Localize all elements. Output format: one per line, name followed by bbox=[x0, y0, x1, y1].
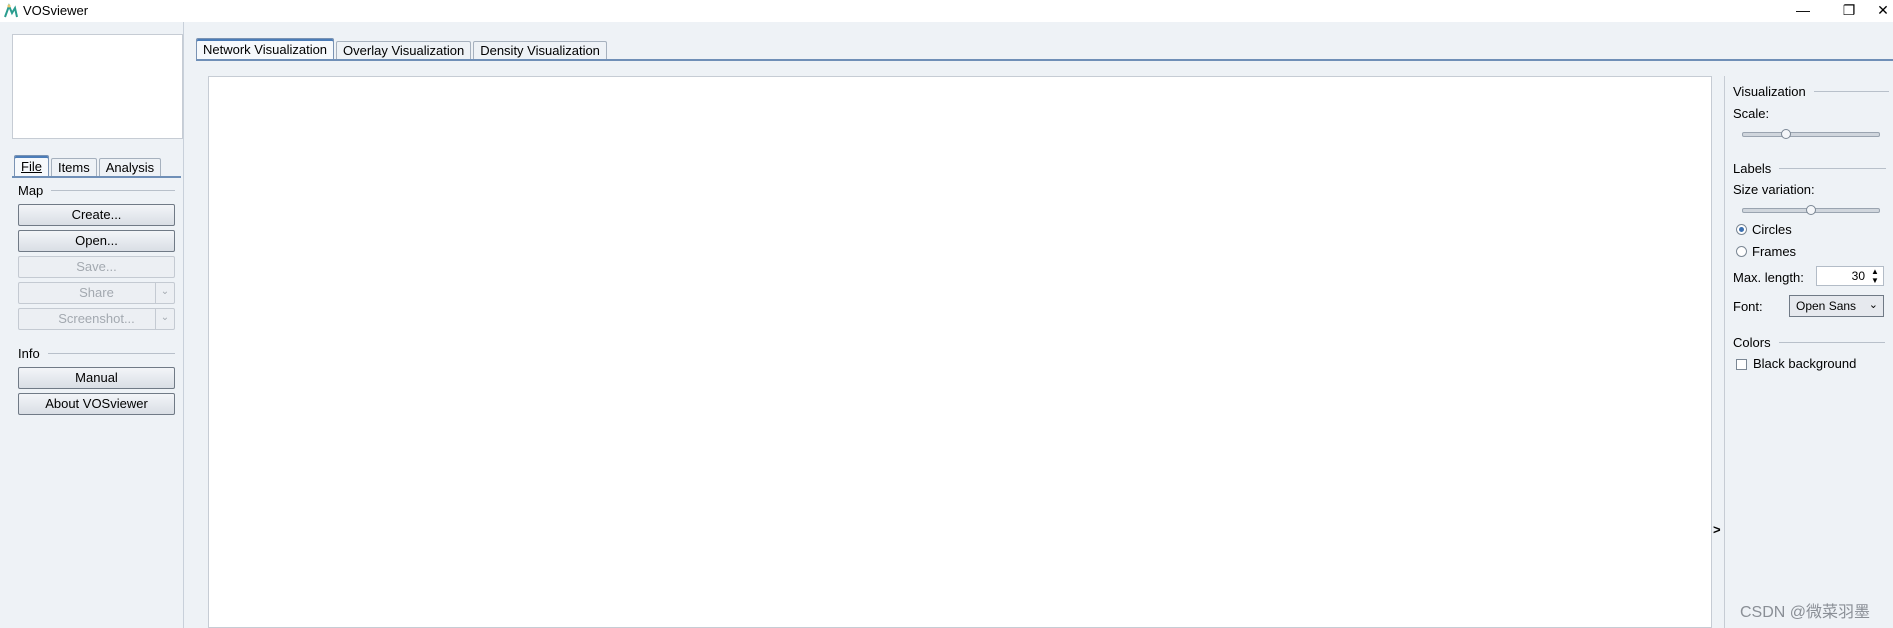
create-button[interactable]: Create... bbox=[18, 204, 175, 226]
close-button[interactable]: ✕ bbox=[1873, 0, 1893, 22]
font-label: Font: bbox=[1733, 299, 1763, 314]
right-panel-divider bbox=[1724, 76, 1725, 628]
black-background-checkbox[interactable] bbox=[1736, 359, 1747, 370]
max-length-label: Max. length: bbox=[1733, 270, 1804, 285]
window-title: VOSviewer bbox=[23, 3, 89, 18]
circles-label: Circles bbox=[1752, 222, 1792, 237]
restore-button[interactable]: ❐ bbox=[1829, 0, 1869, 22]
tab-file[interactable]: File bbox=[14, 155, 49, 177]
map-overview bbox=[12, 34, 183, 139]
tab-network-label: Network Visualization bbox=[203, 42, 328, 57]
about-button[interactable]: About VOSviewer bbox=[18, 393, 175, 415]
tab-overlay-label: Overlay Visualization bbox=[343, 43, 465, 58]
tab-overlay-visualization[interactable]: Overlay Visualization bbox=[336, 41, 472, 60]
max-length-value: 30 bbox=[1851, 269, 1865, 283]
screenshot-label: Screenshot... bbox=[58, 311, 135, 326]
visualization-group-header: Visualization bbox=[1733, 84, 1889, 99]
visualization-canvas[interactable] bbox=[208, 76, 1712, 628]
visualization-group-label: Visualization bbox=[1733, 84, 1806, 99]
watermark: CSDN @微菜羽墨 bbox=[1740, 604, 1871, 621]
tab-file-label: File bbox=[21, 159, 42, 174]
scale-slider[interactable] bbox=[1742, 129, 1880, 139]
share-label: Share bbox=[79, 285, 114, 300]
map-group-header: Map bbox=[18, 183, 175, 198]
share-button[interactable]: Share ⌄ bbox=[18, 282, 175, 304]
info-group-header: Info bbox=[18, 346, 175, 361]
tab-density-visualization[interactable]: Density Visualization bbox=[473, 41, 607, 60]
tab-network-visualization[interactable]: Network Visualization bbox=[196, 38, 335, 60]
scale-label: Scale: bbox=[1733, 106, 1770, 121]
left-tab-bar: File Items Analysis bbox=[14, 155, 163, 177]
save-button[interactable]: Save... bbox=[18, 256, 175, 278]
tab-analysis[interactable]: Analysis bbox=[98, 158, 162, 177]
size-variation-label: Size variation: bbox=[1733, 182, 1815, 197]
manual-button[interactable]: Manual bbox=[18, 367, 175, 389]
minimize-button[interactable]: — bbox=[1783, 0, 1823, 22]
map-group-label: Map bbox=[18, 183, 44, 198]
colors-group-label: Colors bbox=[1733, 335, 1771, 350]
frames-radio[interactable] bbox=[1736, 246, 1747, 257]
visualization-tab-bar: Network Visualization Overlay Visualizat… bbox=[196, 38, 609, 60]
chevron-down-icon[interactable]: ⌄ bbox=[155, 283, 174, 303]
tab-density-label: Density Visualization bbox=[480, 43, 600, 58]
size-variation-slider[interactable] bbox=[1742, 205, 1880, 215]
screenshot-button[interactable]: Screenshot... ⌄ bbox=[18, 308, 175, 330]
labels-group-label: Labels bbox=[1733, 161, 1772, 176]
frames-label: Frames bbox=[1752, 244, 1797, 259]
size-variation-slider-thumb[interactable] bbox=[1806, 205, 1816, 215]
tab-analysis-label: Analysis bbox=[105, 160, 155, 175]
black-background-label: Black background bbox=[1753, 356, 1857, 371]
panel-expander-icon[interactable]: > bbox=[1713, 522, 1721, 537]
chevron-down-icon[interactable]: ⌄ bbox=[155, 309, 174, 329]
circles-radio[interactable] bbox=[1736, 224, 1747, 235]
tab-underline bbox=[12, 176, 181, 178]
spinner-arrows-icon[interactable]: ▲ ▼ bbox=[1869, 267, 1881, 285]
font-select-value: Open Sans bbox=[1796, 299, 1857, 313]
scale-slider-thumb[interactable] bbox=[1781, 129, 1791, 139]
labels-group-header: Labels bbox=[1733, 161, 1887, 176]
open-button[interactable]: Open... bbox=[18, 230, 175, 252]
visualization-tab-underline bbox=[196, 59, 1893, 61]
max-length-spinner[interactable]: 30 ▲ ▼ bbox=[1816, 266, 1884, 286]
tab-items-label: Items bbox=[57, 160, 90, 175]
vosviewer-logo-icon bbox=[4, 3, 18, 18]
title-bar: VOSviewer — ❐ ✕ bbox=[0, 0, 1893, 22]
tab-items[interactable]: Items bbox=[50, 158, 97, 177]
chevron-down-icon: ⌄ bbox=[1868, 299, 1878, 311]
left-panel: File Items Analysis Map Create... Open..… bbox=[0, 22, 184, 628]
info-group-label: Info bbox=[18, 346, 40, 361]
font-select[interactable]: Open Sans ⌄ bbox=[1789, 295, 1884, 317]
colors-group-header: Colors bbox=[1733, 335, 1885, 350]
